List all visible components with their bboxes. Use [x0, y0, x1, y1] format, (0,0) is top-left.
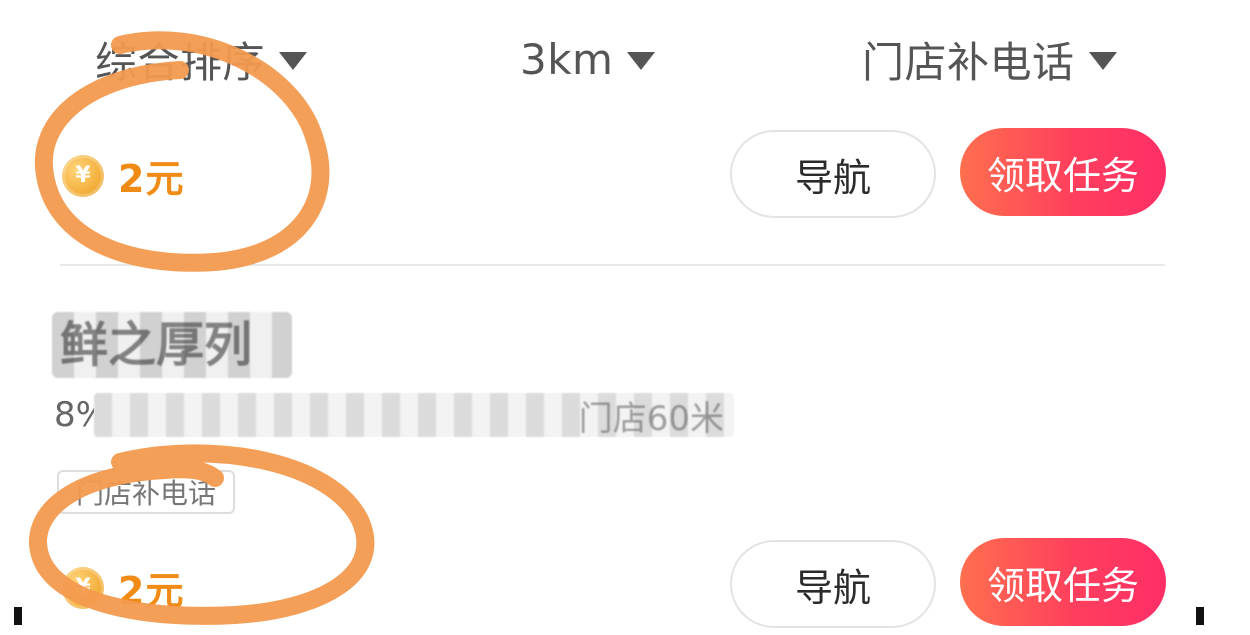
task-type-tag: 门店补电话 [57, 470, 235, 514]
screen-edge-mark [1196, 607, 1204, 625]
reward-amount-text: 2元 [118, 157, 185, 201]
filter-sort-label: 综合排序 [95, 37, 266, 87]
filter-bar: 综合排序 3km 门店补电话 [0, 24, 1250, 94]
triangle-down-icon [627, 52, 656, 70]
store-meta-line: 8% 门店60米 [54, 393, 734, 439]
reward-amount: ¥ 2元 [62, 148, 184, 203]
claim-task-button[interactable]: 领取任务 [960, 538, 1166, 626]
reward-amount: ¥ 2元 [62, 560, 184, 615]
task-list-screen: 综合排序 3km 门店补电话 ¥ 2元 导航 领取任务 鲜之厚列 8% 门店60… [0, 0, 1250, 635]
screen-edge-mark [14, 607, 22, 625]
filter-sort-dropdown[interactable]: 综合排序 [95, 24, 308, 94]
triangle-down-icon [1088, 52, 1117, 70]
store-meta-blurred: 门店60米 [94, 393, 734, 439]
store-name-blurred: 鲜之厚列 [52, 312, 292, 378]
card-divider [60, 264, 1165, 266]
claim-task-button[interactable]: 领取任务 [960, 128, 1166, 216]
filter-task-type-label: 门店补电话 [862, 37, 1075, 87]
store-meta-prefix: 8% [54, 395, 94, 435]
navigate-button[interactable]: 导航 [730, 130, 936, 218]
navigate-button[interactable]: 导航 [730, 540, 936, 628]
yuan-coin-icon: ¥ [62, 154, 104, 197]
filter-distance-dropdown[interactable]: 3km [520, 24, 656, 94]
filter-task-type-dropdown[interactable]: 门店补电话 [862, 24, 1117, 94]
coin-symbol: ¥ [75, 574, 91, 600]
reward-amount-text: 2元 [118, 569, 185, 613]
triangle-down-icon [279, 52, 308, 70]
filter-distance-label: 3km [520, 34, 614, 84]
store-meta-suffix: 门店60米 [578, 398, 724, 439]
yuan-coin-icon: ¥ [62, 566, 104, 609]
coin-symbol: ¥ [75, 162, 91, 188]
